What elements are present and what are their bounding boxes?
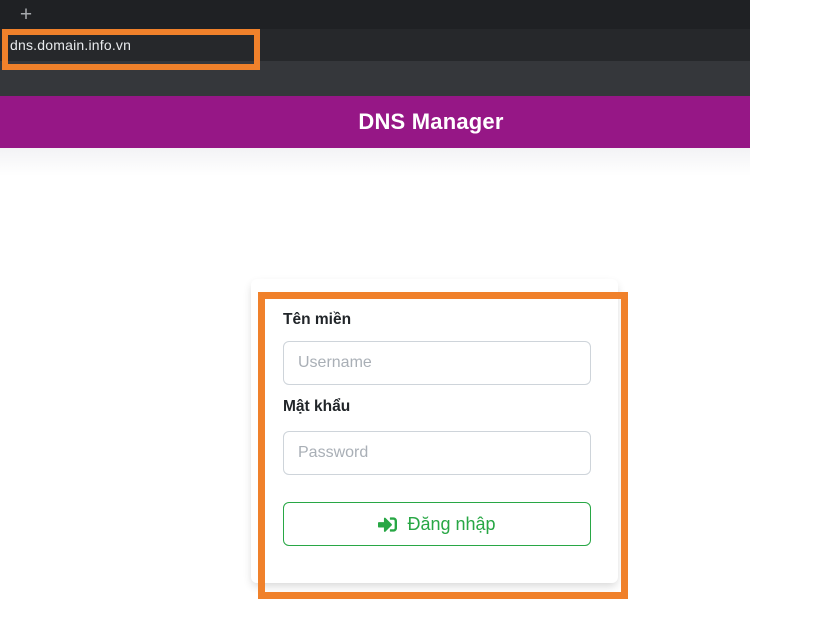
- login-card: Tên miền Mật khẩu Đăng nhập: [251, 279, 618, 583]
- address-bar-url: dns.domain.info.vn: [10, 37, 132, 53]
- new-tab-button[interactable]: +: [14, 3, 38, 27]
- password-input[interactable]: [283, 431, 591, 475]
- login-button-label: Đăng nhập: [407, 513, 496, 534]
- username-label: Tên miền: [283, 311, 352, 328]
- sign-in-icon: [378, 515, 398, 534]
- login-button[interactable]: Đăng nhập: [283, 502, 591, 546]
- address-bar[interactable]: dns.domain.info.vn: [0, 29, 750, 61]
- browser-tabstrip: +: [0, 0, 750, 29]
- screenshot-canvas: + dns.domain.info.vn DNS Manager Tên miề…: [0, 0, 819, 643]
- page-header: DNS Manager: [0, 96, 750, 148]
- browser-toolbar: [0, 61, 750, 96]
- page-title: DNS Manager: [358, 109, 504, 134]
- username-input[interactable]: [283, 341, 591, 385]
- password-label: Mật khẩu: [283, 398, 351, 415]
- header-shadow: [0, 148, 750, 176]
